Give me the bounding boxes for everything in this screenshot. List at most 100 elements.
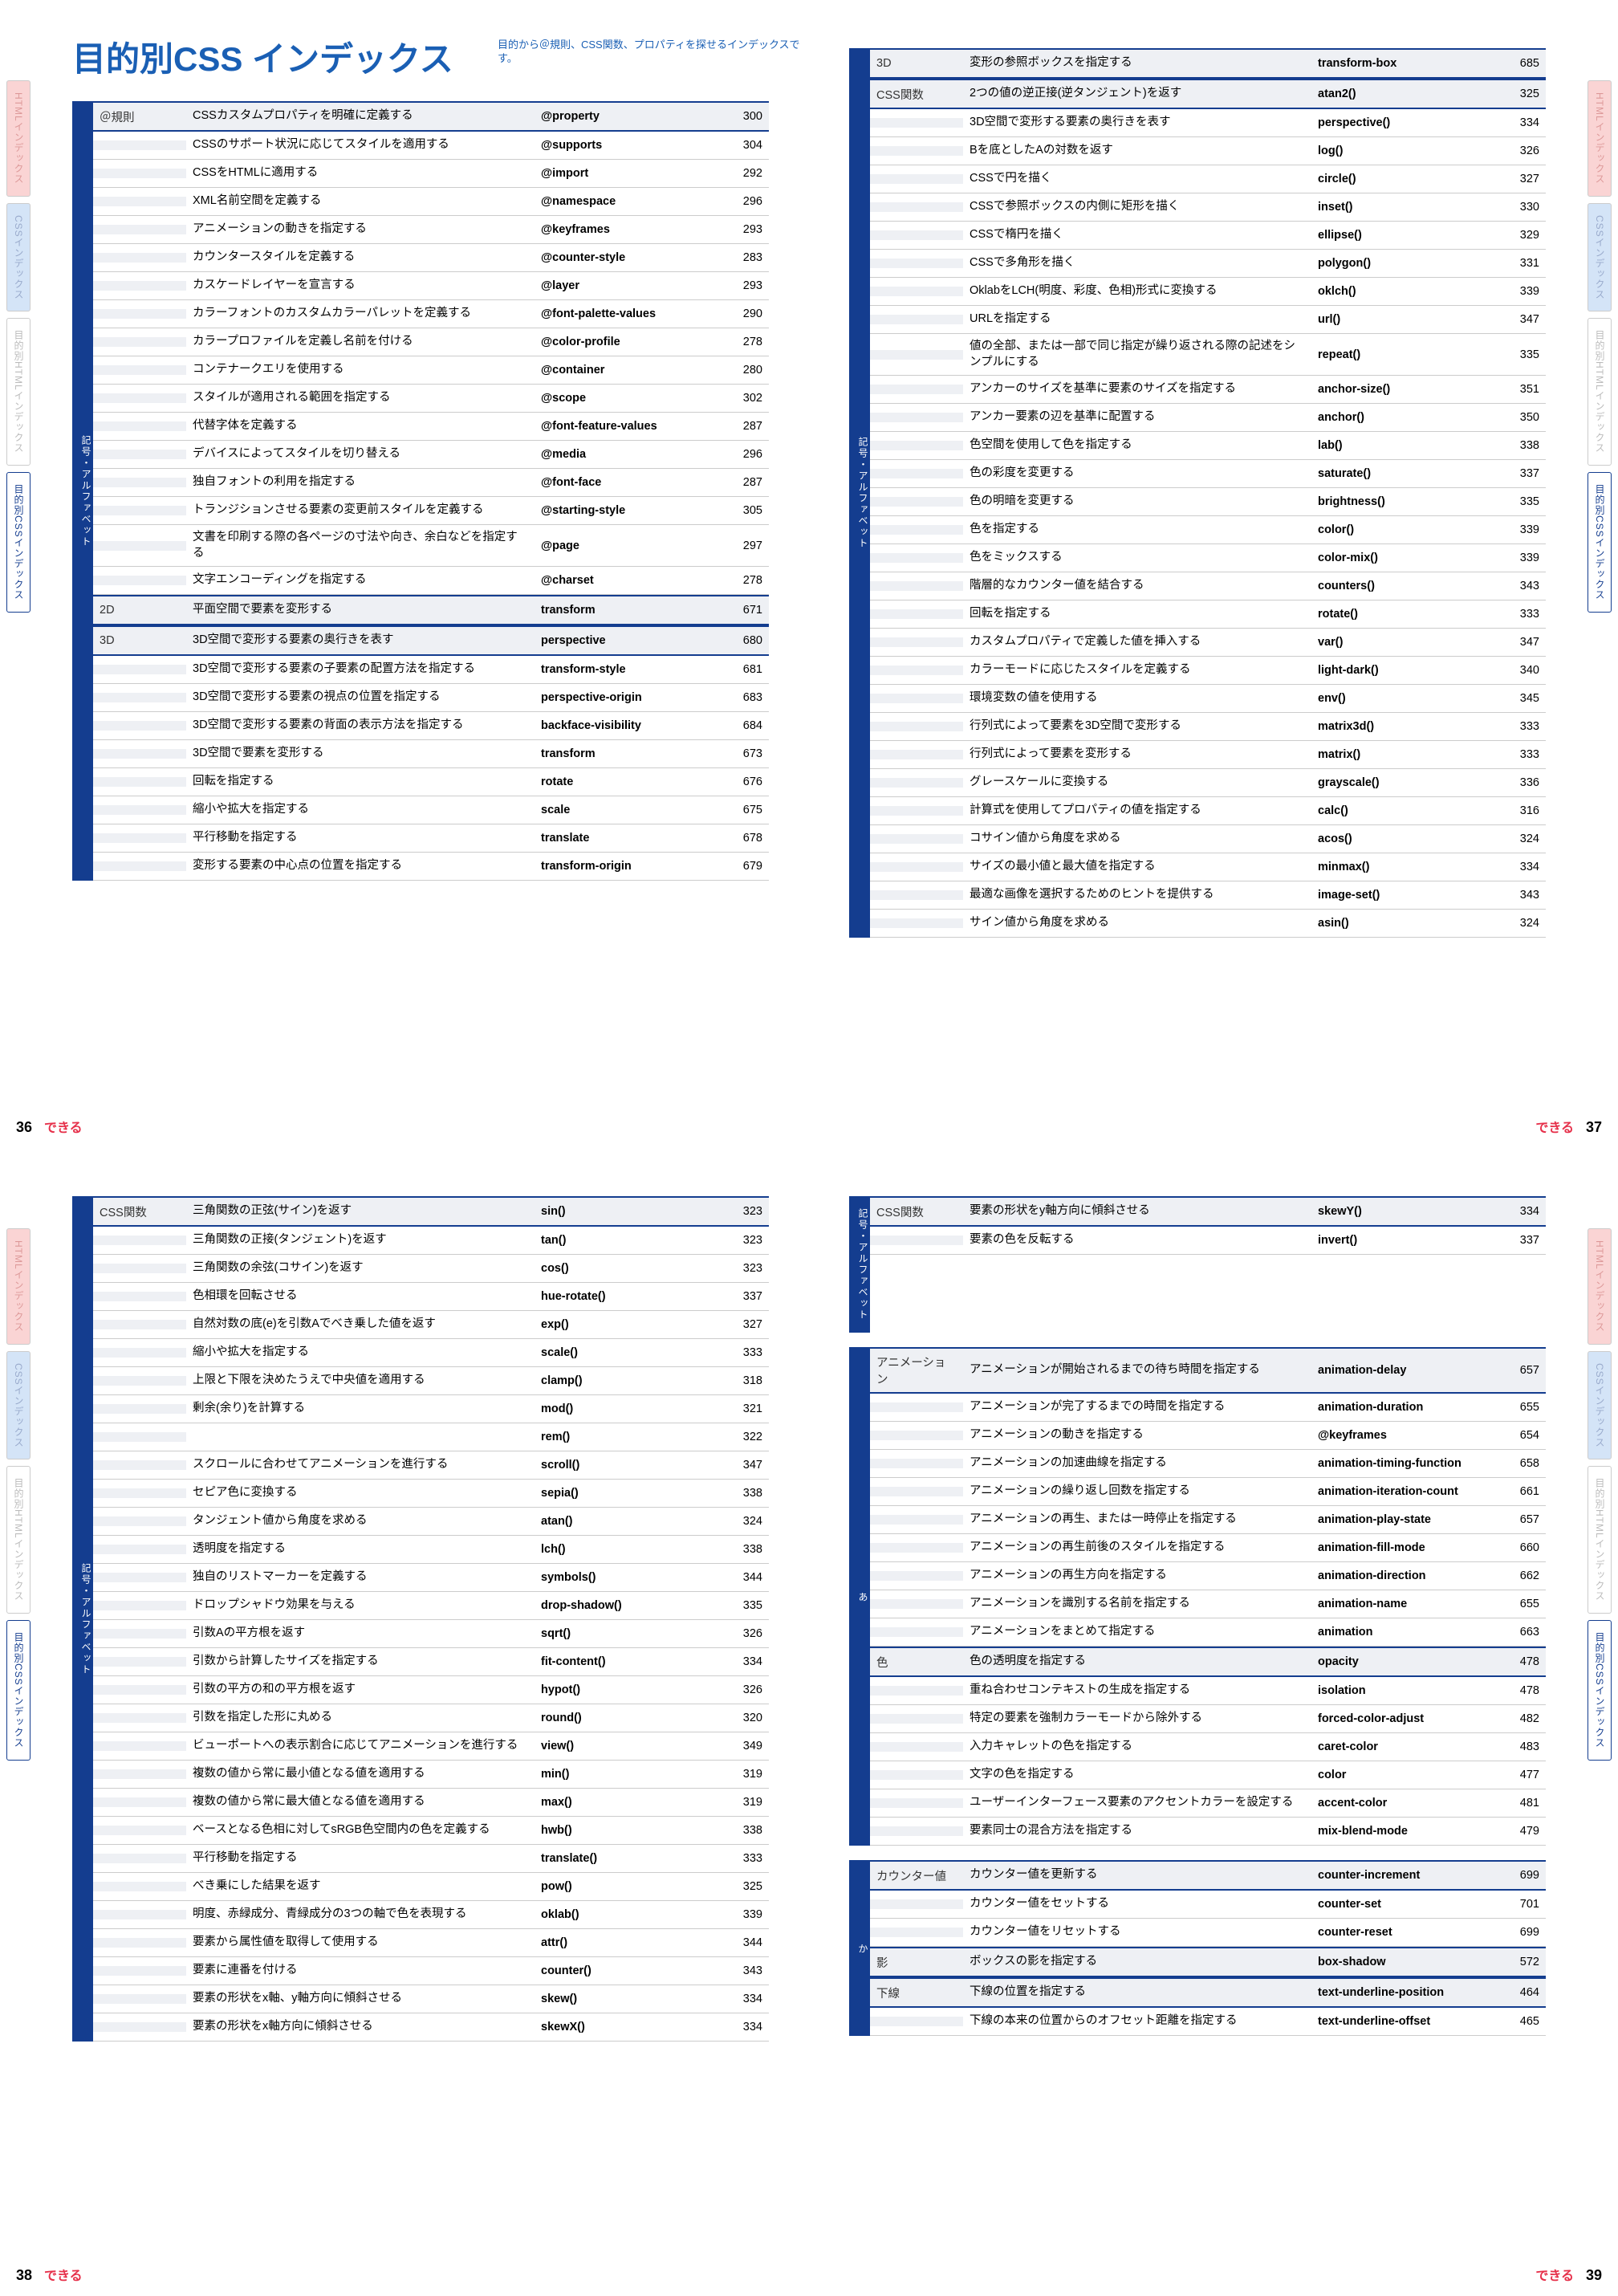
page-ref-cell: 338 bbox=[712, 1819, 769, 1842]
description-cell: 色相環を回転させる bbox=[186, 1284, 535, 1309]
tab-css[interactable]: CSSインデックス bbox=[6, 1351, 30, 1460]
tab-html[interactable]: HTMLインデックス bbox=[6, 1228, 30, 1345]
table-row: カスケードレイヤーを宣言する@layer293 bbox=[93, 272, 769, 300]
page-ref-cell: 337 bbox=[712, 1285, 769, 1308]
description-cell: アニメーションの加速曲線を指定する bbox=[963, 1451, 1311, 1476]
page-ref-cell: 335 bbox=[1489, 344, 1546, 366]
table-row: 色空間を使用して色を指定するlab()338 bbox=[870, 432, 1546, 460]
category-cell bbox=[870, 1487, 963, 1496]
tab-css[interactable]: CSSインデックス bbox=[1588, 203, 1612, 312]
description-cell: アニメーションの繰り返し回数を指定する bbox=[963, 1479, 1311, 1504]
category-cell bbox=[870, 1742, 963, 1752]
page-ref-cell: 660 bbox=[1489, 1537, 1546, 1559]
category-cell bbox=[870, 1928, 963, 1937]
tab-html[interactable]: HTMLインデックス bbox=[6, 80, 30, 197]
page-ref-cell: 331 bbox=[1489, 252, 1546, 275]
category-cell bbox=[870, 230, 963, 240]
table-row: ＠規則CSSカスタムプロパティを明確に定義する@property300 bbox=[93, 101, 769, 132]
tab-css[interactable]: CSSインデックス bbox=[1588, 1351, 1612, 1460]
tab-html[interactable]: HTMLインデックス bbox=[1588, 80, 1612, 197]
page-ref-cell: 293 bbox=[712, 218, 769, 241]
table-row: 引数Aの平方根を返すsqrt()326 bbox=[93, 1620, 769, 1648]
property-cell: fit-content() bbox=[535, 1651, 712, 1673]
category-cell bbox=[93, 1573, 186, 1582]
category-cell bbox=[93, 140, 186, 150]
tab-html[interactable]: HTMLインデックス bbox=[1588, 1228, 1612, 1345]
description-cell: CSSをHTMLに適用する bbox=[186, 161, 535, 186]
property-cell: hue-rotate() bbox=[535, 1285, 712, 1308]
category-cell bbox=[93, 1713, 186, 1723]
table-row: 要素の形状をx軸、y軸方向に傾斜させるskew()334 bbox=[93, 1985, 769, 2013]
description-cell: 要素の形状をy軸方向に傾斜させる bbox=[963, 1199, 1311, 1224]
page-ref-cell: 287 bbox=[712, 471, 769, 494]
tab-mhtml[interactable]: 目的別HTMLインデックス bbox=[6, 1466, 30, 1614]
page-ref-cell: 324 bbox=[1489, 828, 1546, 850]
page-number: 37 bbox=[1586, 1119, 1602, 1136]
description-cell: カウンター値をセットする bbox=[963, 1891, 1311, 1917]
property-cell: perspective-origin bbox=[535, 686, 712, 709]
category-cell bbox=[93, 1994, 186, 2004]
table-row: 独自フォントの利用を指定する@font-face287 bbox=[93, 469, 769, 497]
property-cell: @scope bbox=[535, 387, 712, 409]
property-cell: counter() bbox=[535, 1960, 712, 1982]
section-strip: か bbox=[849, 1860, 870, 2036]
category-cell bbox=[93, 1910, 186, 1919]
category-cell bbox=[93, 450, 186, 459]
page-ref-cell: 334 bbox=[712, 1651, 769, 1673]
description-cell: 要素に連番を付ける bbox=[186, 1958, 535, 1984]
table-row: 三角関数の余弦(コサイン)を返すcos()323 bbox=[93, 1255, 769, 1283]
table-row: カウンター値カウンター値を更新するcounter-increment699 bbox=[870, 1860, 1546, 1891]
table-row: 色を指定するcolor()339 bbox=[870, 516, 1546, 544]
category-cell bbox=[870, 1899, 963, 1909]
description-cell: CSSで多角形を描く bbox=[963, 250, 1311, 276]
category-cell bbox=[870, 1571, 963, 1581]
page-ref-cell: 676 bbox=[712, 771, 769, 793]
category-cell bbox=[93, 1376, 186, 1386]
property-cell: calc() bbox=[1311, 800, 1489, 822]
property-cell: rem() bbox=[535, 1426, 712, 1448]
table-row: CSS関数三角関数の正弦(サイン)を返すsin()323 bbox=[93, 1196, 769, 1227]
table-row: 3D空間で変形する要素の視点の位置を指定するperspective-origin… bbox=[93, 684, 769, 712]
page-ref-cell: 349 bbox=[712, 1735, 769, 1757]
property-cell: @color-profile bbox=[535, 331, 712, 353]
description-cell: カウンター値を更新する bbox=[963, 1862, 1311, 1888]
page-number: 36 bbox=[16, 1119, 32, 1136]
table-row: 行列式によって要素を3D空間で変形するmatrix3d()333 bbox=[870, 713, 1546, 741]
table-row: 値の全部、または一部で同じ指定が繰り返される際の記述をシンプルにするrepeat… bbox=[870, 334, 1546, 376]
category-cell bbox=[870, 441, 963, 450]
category-cell bbox=[93, 861, 186, 871]
property-cell: animation-fill-mode bbox=[1311, 1537, 1489, 1559]
property-cell: counter-set bbox=[1311, 1893, 1489, 1915]
tab-mhtml[interactable]: 目的別HTMLインデックス bbox=[1588, 1466, 1612, 1614]
description-cell: アニメーションの動きを指定する bbox=[186, 217, 535, 242]
tab-mhtml[interactable]: 目的別HTMLインデックス bbox=[6, 318, 30, 466]
page-39: HTMLインデックス CSSインデックス 目的別HTMLインデックス 目的別CS… bbox=[809, 1148, 1618, 2296]
page-ref-cell: 330 bbox=[1489, 196, 1546, 218]
property-cell: inset() bbox=[1311, 196, 1489, 218]
page-ref-cell: 464 bbox=[1489, 1981, 1546, 2004]
tab-mhtml[interactable]: 目的別HTMLインデックス bbox=[1588, 318, 1612, 466]
tab-mcss[interactable]: 目的別CSSインデックス bbox=[1588, 472, 1612, 613]
table-row: アニメーションの動きを指定する@keyframes293 bbox=[93, 216, 769, 244]
description-cell: 計算式を使用してプロパティの値を指定する bbox=[963, 798, 1311, 824]
property-cell: text-underline-offset bbox=[1311, 2010, 1489, 2033]
tab-mcss[interactable]: 目的別CSSインデックス bbox=[6, 472, 30, 613]
category-cell bbox=[870, 118, 963, 128]
description-cell: 文書を印刷する際の各ページの寸法や向き、余白などを指定する bbox=[186, 525, 535, 566]
category-cell bbox=[93, 1348, 186, 1358]
description-cell: 要素から属性値を取得して使用する bbox=[186, 1930, 535, 1956]
page-ref-cell: 673 bbox=[712, 743, 769, 765]
tab-mcss[interactable]: 目的別CSSインデックス bbox=[6, 1620, 30, 1761]
table-row: OklabをLCH(明度、彩度、色相)形式に変換するoklch()339 bbox=[870, 278, 1546, 306]
tab-mcss[interactable]: 目的別CSSインデックス bbox=[1588, 1620, 1612, 1761]
table-row: ユーザーインターフェース要素のアクセントカラーを設定するaccent-color… bbox=[870, 1789, 1546, 1818]
tab-css[interactable]: CSSインデックス bbox=[6, 203, 30, 312]
page-ref-cell: 338 bbox=[712, 1482, 769, 1504]
table-row: アニメーションの動きを指定する@keyframes654 bbox=[870, 1422, 1546, 1450]
property-cell: max() bbox=[535, 1791, 712, 1814]
page-ref-cell: 339 bbox=[1489, 547, 1546, 569]
table-row: XML名前空間を定義する@namespace296 bbox=[93, 188, 769, 216]
category-cell: 3D bbox=[93, 629, 186, 652]
page-ref-cell: 338 bbox=[712, 1538, 769, 1561]
category-cell bbox=[870, 637, 963, 647]
